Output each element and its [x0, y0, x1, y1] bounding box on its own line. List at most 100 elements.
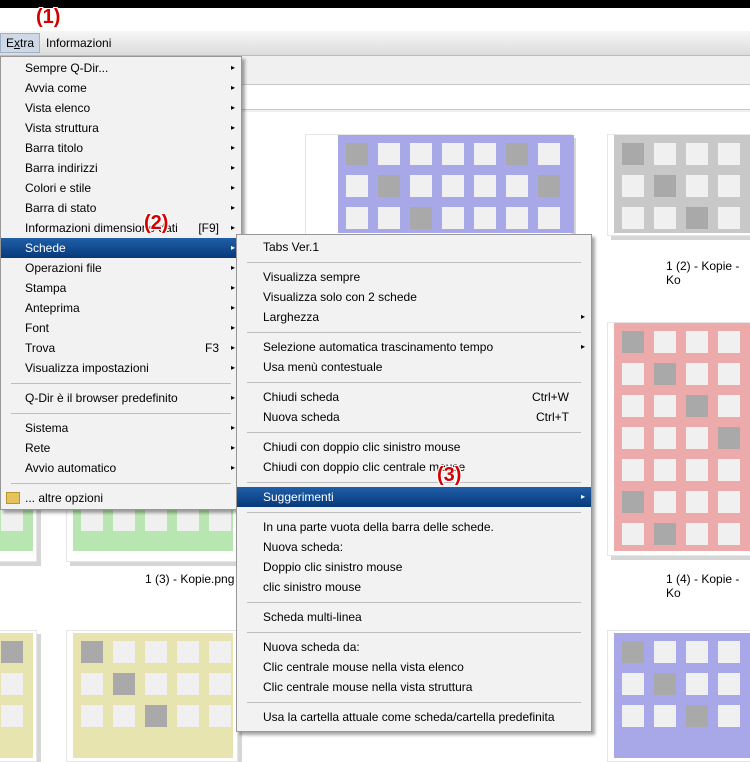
submenu-arrow-icon: ▸ [230, 303, 235, 312]
extra-menu-item-avvia-come[interactable]: Avvia come ▸ [1, 78, 241, 98]
extra-menu-item-sempre-q-dir[interactable]: Sempre Q-Dir... ▸ [1, 58, 241, 78]
extra-menu-item-colori-e-stile[interactable]: Colori e stile ▸ [1, 178, 241, 198]
thumbnail-cell [113, 673, 135, 695]
thumbnail-cell [718, 523, 740, 545]
annotation-1: (1) [36, 6, 61, 28]
thumbnail-cell [718, 705, 740, 727]
file-caption[interactable]: 1 (3) - Kopie.png [145, 572, 234, 586]
thumbnail-cell [654, 673, 676, 695]
extra-menu-item-vista-struttura[interactable]: Vista struttura ▸ [1, 118, 241, 138]
schede-menu-item-nuova-scheda[interactable]: Nuova scheda: [237, 537, 591, 557]
schede-menu-item-label: Nuova scheda da: [263, 640, 360, 654]
extra-menu-item-schede[interactable]: Schede ▸ [1, 238, 241, 258]
extra-menu-item-label: Operazioni file [25, 261, 102, 275]
extra-menu-item-barra-di-stato[interactable]: Barra di stato ▸ [1, 198, 241, 218]
thumbnail-cell [718, 207, 740, 229]
submenu-arrow-icon: ▸ [230, 393, 235, 402]
schede-menu-item-nuova-scheda[interactable]: Nuova scheda Ctrl+T [237, 407, 591, 427]
file-caption[interactable]: 1 (2) - Kopie - Ko [666, 259, 750, 287]
thumbnail-cell [654, 363, 676, 385]
extra-menu-item-stampa[interactable]: Stampa ▸ [1, 278, 241, 298]
extra-menu-item-label: Avvia come [25, 81, 87, 95]
extra-menu-item-sistema[interactable]: Sistema ▸ [1, 418, 241, 438]
extra-menu-item-q-dir-e-il-browser-predefinito[interactable]: Q-Dir è il browser predefinito ▸ [1, 388, 241, 408]
thumbnail-cell [622, 641, 644, 663]
menu-separator [247, 512, 581, 513]
schede-menu-item-clic-sinistro-mouse[interactable]: clic sinistro mouse [237, 577, 591, 597]
schede-menu-item-suggerimenti[interactable]: Suggerimenti ▸ [237, 487, 591, 507]
extra-menu-item-barra-indirizzi[interactable]: Barra indirizzi ▸ [1, 158, 241, 178]
extra-menu-item-trova[interactable]: Trova F3 ▸ [1, 338, 241, 358]
extra-menu-item-visualizza-impostazioni[interactable]: Visualizza impostazioni ▸ [1, 358, 241, 378]
schede-menu-item-doppio-clic-sinistro-mouse[interactable]: Doppio clic sinistro mouse [237, 557, 591, 577]
schede-menu-item-in-una-parte-vuota-della-barra-delle-schede[interactable]: In una parte vuota della barra delle sch… [237, 517, 591, 537]
thumbnail-cell [718, 395, 740, 417]
schede-menu-item-label: clic sinistro mouse [263, 580, 362, 594]
thumbnail-cell [506, 207, 528, 229]
schede-menu-item-visualizza-solo-con-2-schede[interactable]: Visualizza solo con 2 schede [237, 287, 591, 307]
thumbnail-cell [654, 207, 676, 229]
menu-separator [11, 413, 231, 414]
extra-menu-item-vista-elenco[interactable]: Vista elenco ▸ [1, 98, 241, 118]
thumbnail-cell [538, 143, 560, 165]
thumbnail-cell [686, 641, 708, 663]
thumbnail-cell [718, 363, 740, 385]
submenu-arrow-icon: ▸ [580, 312, 585, 321]
submenu-arrow-icon: ▸ [230, 123, 235, 132]
folder-icon [6, 492, 20, 504]
window-top-border [0, 0, 750, 8]
schede-menu-item-label: Chiudi scheda [263, 390, 340, 404]
schede-menu-item-chiudi-scheda[interactable]: Chiudi scheda Ctrl+W [237, 387, 591, 407]
thumbnail-card[interactable] [607, 322, 750, 556]
thumbnail-card[interactable] [66, 630, 238, 762]
submenu-arrow-icon: ▸ [580, 492, 585, 501]
thumbnail-cell [622, 673, 644, 695]
schede-menu-item-shortcut: Ctrl+W [532, 390, 569, 404]
schede-menu-item-larghezza[interactable]: Larghezza ▸ [237, 307, 591, 327]
extra-menu-item-avvio-automatico[interactable]: Avvio automatico ▸ [1, 458, 241, 478]
thumbnail-cell [654, 641, 676, 663]
menu-separator [247, 262, 581, 263]
menu-informazioni[interactable]: Informazioni [41, 34, 116, 52]
schede-menu-item-clic-centrale-mouse-nella-vista-elenco[interactable]: Clic centrale mouse nella vista elenco [237, 657, 591, 677]
annotation-3: (3) [437, 464, 462, 486]
extra-menu-item-font[interactable]: Font ▸ [1, 318, 241, 338]
schede-menu-item-usa-la-cartella-attuale-come-scheda-cartella-predefinita[interactable]: Usa la cartella attuale come scheda/cart… [237, 707, 591, 727]
schede-menu-item-visualizza-sempre[interactable]: Visualizza sempre [237, 267, 591, 287]
thumbnail-cell [177, 705, 199, 727]
schede-menu-item-nuova-scheda-da[interactable]: Nuova scheda da: [237, 637, 591, 657]
extra-menu-item-operazioni-file[interactable]: Operazioni file ▸ [1, 258, 241, 278]
schede-menu-item-tabs-ver-1[interactable]: Tabs Ver.1 [237, 237, 591, 257]
thumbnail-card[interactable] [607, 134, 750, 236]
thumbnail-cell [622, 363, 644, 385]
schede-menu-item-selezione-automatica-trascinamento-tempo[interactable]: Selezione automatica trascinamento tempo… [237, 337, 591, 357]
thumbnail-cell [209, 673, 231, 695]
thumbnail-card[interactable] [0, 630, 37, 762]
extra-menu-item-informazioni-dimensione-dati[interactable]: Informazioni dimensione dati [F9] ▸ [1, 218, 241, 238]
submenu-arrow-icon: ▸ [230, 243, 235, 252]
thumbnail-card[interactable] [607, 630, 750, 762]
schede-menu-item-chiudi-con-doppio-clic-sinistro-mouse[interactable]: Chiudi con doppio clic sinistro mouse [237, 437, 591, 457]
submenu-arrow-icon: ▸ [230, 143, 235, 152]
extra-menu-item-altre-opzioni[interactable]: ... altre opzioni [1, 488, 241, 508]
thumbnail-card[interactable] [305, 134, 574, 236]
extra-menu-item-anteprima[interactable]: Anteprima ▸ [1, 298, 241, 318]
file-caption[interactable]: 1 (4) - Kopie - Ko [666, 572, 750, 600]
thumbnail-cell [346, 175, 368, 197]
extra-menu-item-rete[interactable]: Rete ▸ [1, 438, 241, 458]
schede-menu-item-chiudi-con-doppio-clic-centrale-mouse[interactable]: Chiudi con doppio clic centrale mouse [237, 457, 591, 477]
thumbnail-cell [622, 143, 644, 165]
extra-menu-item-barra-titolo[interactable]: Barra titolo ▸ [1, 138, 241, 158]
schede-menu-item-label: Chiudi con doppio clic sinistro mouse [263, 440, 461, 454]
thumbnail-cell [718, 175, 740, 197]
thumbnail-cell [538, 207, 560, 229]
thumbnail-cell [177, 509, 199, 531]
menu-extra-e: E [6, 36, 15, 50]
thumbnail-cell [686, 363, 708, 385]
menu-extra[interactable]: Extra [0, 33, 41, 53]
schede-menu-item-scheda-multi-linea[interactable]: Scheda multi-linea [237, 607, 591, 627]
schede-menu-item-usa-menu-contestuale[interactable]: Usa menù contestuale [237, 357, 591, 377]
schede-menu-item-clic-centrale-mouse-nella-vista-struttura[interactable]: Clic centrale mouse nella vista struttur… [237, 677, 591, 697]
extra-menu-item-label: Font [25, 321, 50, 335]
menu-separator [247, 702, 581, 703]
